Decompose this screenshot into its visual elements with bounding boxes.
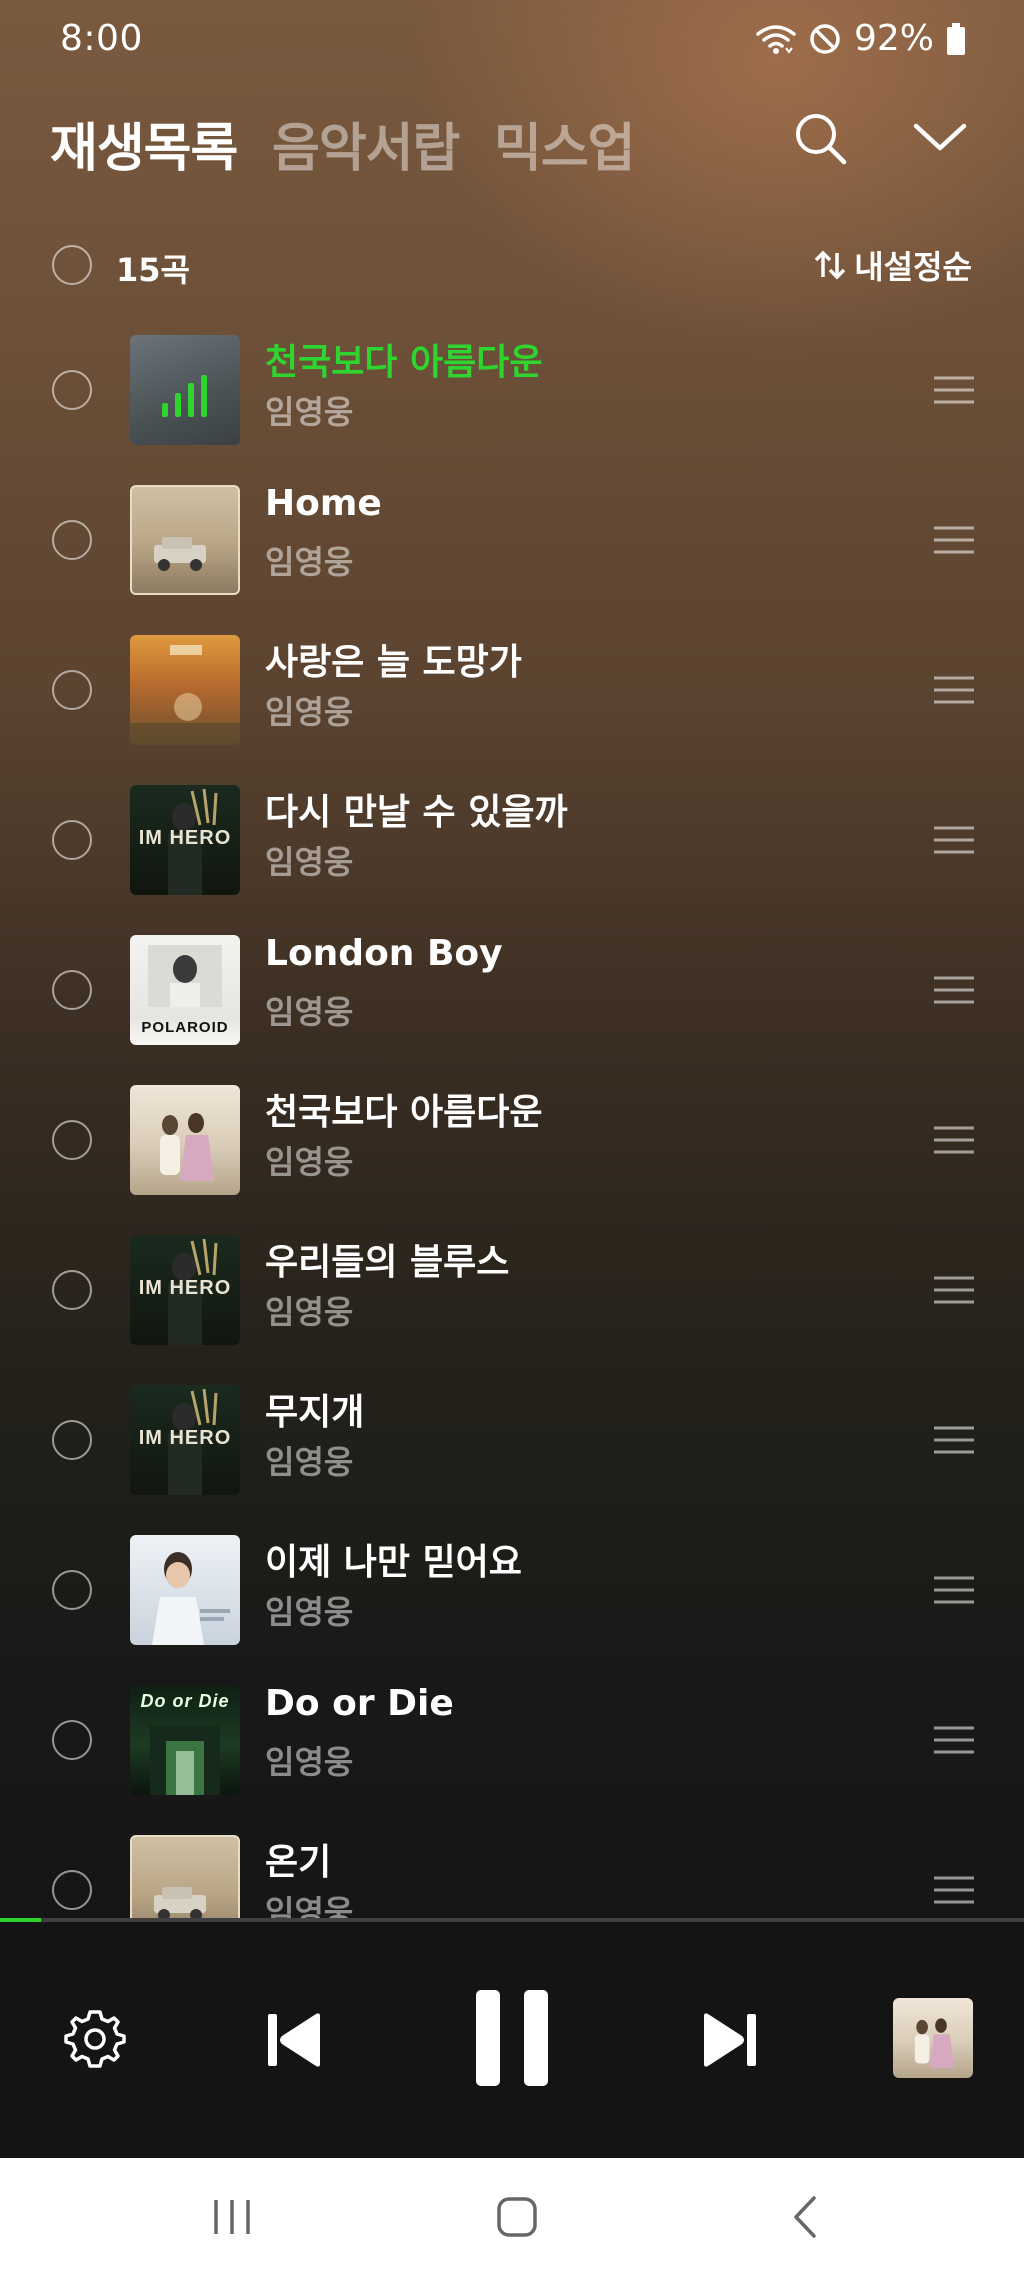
player-bar [0,1922,1024,2158]
album-art [130,1835,240,1918]
album-art: Do or Die [130,1685,240,1795]
track-checkbox[interactable] [52,1870,92,1910]
drag-handle-icon[interactable] [934,520,974,560]
track-artist: 임영웅 [265,1743,354,1781]
equalizer-icon [162,375,207,417]
track-checkbox[interactable] [52,370,92,410]
track-checkbox[interactable] [52,1120,92,1160]
skip-next-icon[interactable] [700,2008,760,2072]
drag-handle-icon[interactable] [934,820,974,860]
track-artist: 임영웅 [265,1143,354,1181]
track-title: 이제 나만 믿어요 [265,1542,522,1583]
settings-icon[interactable] [62,2006,128,2072]
track-title: Do or Die [265,1683,454,1724]
track-artist: 임영웅 [265,1893,354,1918]
track-row[interactable]: 천국보다 아름다운 임영웅 [0,1065,1024,1215]
track-title: 천국보다 아름다운 [265,342,543,383]
drag-handle-icon[interactable] [934,1720,974,1760]
track-title: 온기 [265,1842,332,1883]
home-icon[interactable] [496,2192,538,2242]
track-title: 사랑은 늘 도망가 [265,642,522,683]
back-icon[interactable] [786,2192,822,2242]
album-art: IM HERO [130,785,240,895]
track-checkbox[interactable] [52,670,92,710]
track-artist: 임영웅 [265,1443,354,1481]
album-art-text: IM HERO [138,827,232,849]
drag-handle-icon[interactable] [934,1570,974,1610]
track-title: Home [265,483,382,524]
skip-previous-icon[interactable] [264,2008,324,2072]
drag-handle-icon[interactable] [934,370,974,410]
track-row[interactable]: Do or Die Do or Die 임영웅 [0,1665,1024,1815]
album-art-text: Do or Die [140,1691,230,1711]
drag-handle-icon[interactable] [934,970,974,1010]
track-artist: 임영웅 [265,843,354,881]
track-title: London Boy [265,933,503,974]
album-art [130,635,240,745]
track-list: 천국보다 아름다운 임영웅 Home 임영웅 사랑은 늘 도망가 임영웅 IM … [0,0,1024,1918]
track-row[interactable]: Home 임영웅 [0,465,1024,615]
track-row[interactable]: IM HERO 다시 만날 수 있을까 임영웅 [0,765,1024,915]
now-playing-album-art[interactable] [893,1998,973,2078]
track-checkbox[interactable] [52,1720,92,1760]
pause-icon[interactable] [472,1986,552,2090]
drag-handle-icon[interactable] [934,1270,974,1310]
drag-handle-icon[interactable] [934,1870,974,1910]
album-art: POLAROID [130,935,240,1045]
system-nav-bar [0,2158,1024,2276]
track-checkbox[interactable] [52,820,92,860]
track-row[interactable]: IM HERO 우리들의 블루스 임영웅 [0,1215,1024,1365]
track-checkbox[interactable] [52,520,92,560]
track-row[interactable]: 온기 임영웅 [0,1815,1024,1918]
album-art [130,1535,240,1645]
track-row[interactable]: 천국보다 아름다운 임영웅 [0,315,1024,465]
track-row[interactable]: 이제 나만 믿어요 임영웅 [0,1515,1024,1665]
track-artist: 임영웅 [265,1593,354,1631]
album-art: IM HERO [130,1385,240,1495]
track-row[interactable]: 사랑은 늘 도망가 임영웅 [0,615,1024,765]
drag-handle-icon[interactable] [934,670,974,710]
app-screen: 8:00 92% 재생목록 음악서랍 믹스업 15곡 내설정순 천국보다 아름다… [0,0,1024,2276]
recent-apps-icon[interactable] [210,2192,254,2242]
track-artist: 임영웅 [265,993,354,1031]
track-artist: 임영웅 [265,693,354,731]
track-checkbox[interactable] [52,1570,92,1610]
track-row[interactable]: POLAROID London Boy 임영웅 [0,915,1024,1065]
drag-handle-icon[interactable] [934,1420,974,1460]
album-art: IM HERO [130,1235,240,1345]
album-art [130,1085,240,1195]
drag-handle-icon[interactable] [934,1120,974,1160]
track-title: 우리들의 블루스 [265,1242,510,1283]
track-row[interactable]: IM HERO 무지개 임영웅 [0,1365,1024,1515]
track-checkbox[interactable] [52,1420,92,1460]
track-artist: 임영웅 [265,543,354,581]
track-title: 무지개 [265,1392,365,1433]
album-art [130,485,240,595]
track-checkbox[interactable] [52,1270,92,1310]
track-artist: 임영웅 [265,393,354,431]
track-title: 천국보다 아름다운 [265,1092,543,1133]
album-art-text: IM HERO [138,1277,232,1299]
track-title: 다시 만날 수 있을까 [265,792,568,833]
track-checkbox[interactable] [52,970,92,1010]
album-art-text: POLAROID [141,1019,229,1036]
album-art-text: IM HERO [138,1427,232,1449]
album-art [130,335,240,445]
track-artist: 임영웅 [265,1293,354,1331]
